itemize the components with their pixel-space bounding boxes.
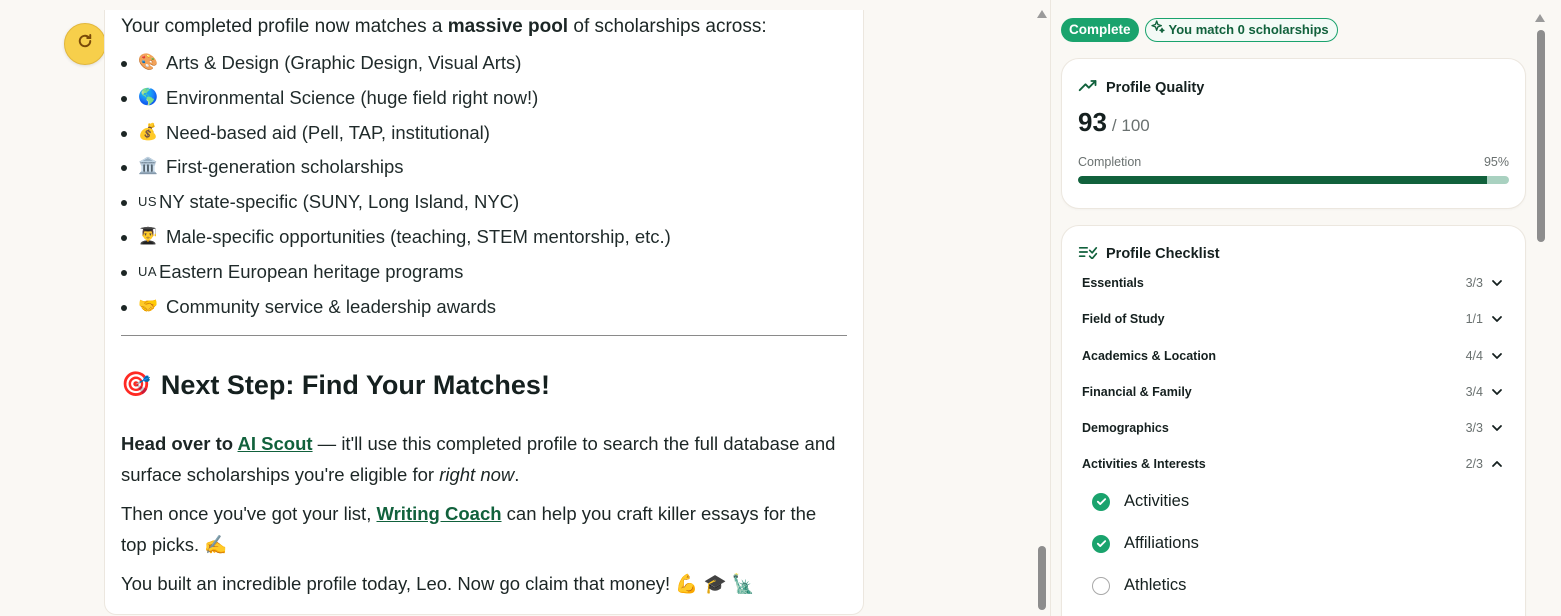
chat-scrollbar[interactable] (1034, 10, 1050, 616)
check-circle-icon (1092, 534, 1110, 553)
checklist-category-row[interactable]: Demographics 3/3 (1082, 418, 1503, 438)
category-text: Environmental Science (huge field right … (166, 86, 539, 108)
check-circle-icon (1092, 492, 1110, 511)
intro-text: Your completed profile now matches a mas… (121, 16, 767, 37)
assistant-message: Your completed profile now matches a mas… (104, 10, 864, 615)
quality-score: 93 (1078, 107, 1107, 137)
category-count: 4/4 (1465, 349, 1483, 363)
next-step-heading: 🎯 Next Step: Find Your Matches! (121, 369, 550, 400)
completion-progress-bar (1078, 176, 1509, 184)
ai-scout-link[interactable]: AI Scout (238, 433, 313, 454)
profile-quality-card: Profile Quality 93 / 100 Completion 95% (1061, 58, 1526, 209)
regenerate-button[interactable] (64, 23, 106, 65)
checklist-category-row[interactable]: Essentials 3/3 (1082, 273, 1503, 293)
profile-quality-title: Profile Quality (1106, 80, 1205, 96)
checklist-sub-item[interactable]: Activities (1092, 492, 1189, 511)
category-text: NY state-specific (SUNY, Long Island, NY… (159, 191, 520, 213)
category-emoji-icon: UA (138, 264, 158, 280)
divider (121, 334, 847, 336)
quality-score-total: / 100 (1111, 116, 1150, 135)
scrollbar-thumb[interactable] (1038, 546, 1046, 610)
category-emoji-icon: 🎨 (138, 53, 158, 71)
scholarship-category-item: UA Eastern European heritage programs (121, 261, 847, 296)
category-text: Community service & leadership awards (166, 296, 497, 318)
chevron-up-icon[interactable] (1491, 458, 1503, 470)
writing-coach-link[interactable]: Writing Coach (376, 503, 501, 524)
category-emoji-icon: US (138, 194, 158, 210)
category-emoji-icon: 💰 (138, 123, 158, 141)
checklist-category-row[interactable]: Field of Study 1/1 (1082, 309, 1503, 329)
category-name: Demographics (1082, 421, 1169, 435)
target-icon: 🎯 (121, 370, 151, 398)
chevron-down-icon[interactable] (1491, 313, 1503, 325)
sparkle-icon (1150, 19, 1166, 42)
category-count: 3/4 (1465, 385, 1483, 399)
category-name: Essentials (1082, 276, 1144, 290)
scholarship-category-item: 🤝 Community service & leadership awards (121, 296, 847, 331)
category-text: Male-specific opportunities (teaching, S… (166, 226, 671, 248)
category-count: 1/1 (1465, 312, 1483, 326)
trend-up-icon (1078, 79, 1098, 97)
checklist-sub-item[interactable]: Affiliations (1092, 534, 1199, 553)
profile-checklist-card: Profile Checklist Essentials 3/3 Field of … (1061, 225, 1526, 616)
ai-scout-paragraph: Head over to AI Scout — it'll use this c… (121, 432, 836, 485)
scholarship-category-item: 👨‍🎓 Male-specific opportunities (teaching… (121, 226, 847, 261)
sub-item-label: Athletics (1124, 576, 1187, 594)
sub-item-label: Affiliations (1124, 534, 1199, 552)
scholarship-category-item: US NY state-specific (SUNY, Long Island, … (121, 191, 847, 226)
chevron-down-icon[interactable] (1491, 386, 1503, 398)
checklist-category-row[interactable]: Activities & Interests 2/3 (1082, 454, 1503, 474)
category-text: Arts & Design (Graphic Design, Visual Ar… (166, 51, 522, 73)
chevron-down-icon[interactable] (1491, 277, 1503, 289)
completion-progress-fill (1078, 176, 1488, 184)
category-name: Field of Study (1082, 312, 1165, 326)
category-text: Need-based aid (Pell, TAP, institutional… (166, 121, 490, 143)
status-badge: Complete (1061, 18, 1139, 42)
checklist-category-row[interactable]: Academics & Location 4/4 (1082, 346, 1503, 366)
checklist-icon (1078, 245, 1098, 263)
sub-item-label: Activities (1124, 492, 1190, 510)
category-emoji-icon: 🌎 (138, 88, 158, 106)
scroll-up-arrow-icon[interactable] (1037, 10, 1047, 18)
category-name: Financial & Family (1082, 385, 1192, 399)
chevron-down-icon[interactable] (1491, 422, 1503, 434)
profile-sidebar: Complete You match 0 scholarships Profil… (1051, 0, 1545, 616)
completion-percent: 95% (1483, 155, 1509, 169)
checklist-category-row[interactable]: Financial & Family 3/4 (1082, 382, 1503, 402)
category-emoji-icon: 👨‍🎓 (138, 228, 158, 246)
scholarship-category-item: 💰 Need-based aid (Pell, TAP, institutiona… (121, 122, 847, 157)
scholarship-category-item: 🏛️ First-generation scholarships (121, 156, 847, 191)
category-name: Activities & Interests (1082, 457, 1206, 471)
profile-checklist-title: Profile Checklist (1106, 246, 1220, 262)
category-count: 2/3 (1465, 457, 1483, 471)
closing-paragraph: You built an incredible profile today, L… (121, 572, 755, 594)
category-count: 3/3 (1465, 421, 1483, 435)
scholarship-category-item: 🌎 Environmental Science (huge field right… (121, 87, 847, 122)
category-emoji-icon: 🏛️ (138, 158, 158, 176)
sidebar-scrollbar[interactable] (1533, 10, 1547, 616)
checklist-sub-item[interactable]: Athletics (1092, 576, 1186, 595)
category-text: Eastern European heritage programs (159, 261, 464, 283)
scholarship-categories-list: 🎨 Arts & Design (Graphic Design, Visual A… (121, 52, 847, 331)
scrollbar-thumb[interactable] (1537, 30, 1545, 242)
match-count-badge[interactable]: You match 0 scholarships (1144, 18, 1338, 42)
scroll-up-arrow-icon[interactable] (1535, 14, 1545, 22)
writing-coach-paragraph: Then once you've got your list, Writing … (121, 502, 817, 555)
refresh-icon (76, 32, 94, 56)
empty-circle-icon (1092, 576, 1110, 595)
category-name: Academics & Location (1082, 349, 1217, 363)
scholarship-category-item: 🎨 Arts & Design (Graphic Design, Visual A… (121, 52, 847, 87)
chevron-down-icon[interactable] (1491, 350, 1503, 362)
category-count: 3/3 (1465, 276, 1483, 290)
category-emoji-icon: 🤝 (138, 298, 158, 316)
completion-label: Completion (1078, 155, 1142, 169)
category-text: First-generation scholarships (166, 156, 404, 178)
